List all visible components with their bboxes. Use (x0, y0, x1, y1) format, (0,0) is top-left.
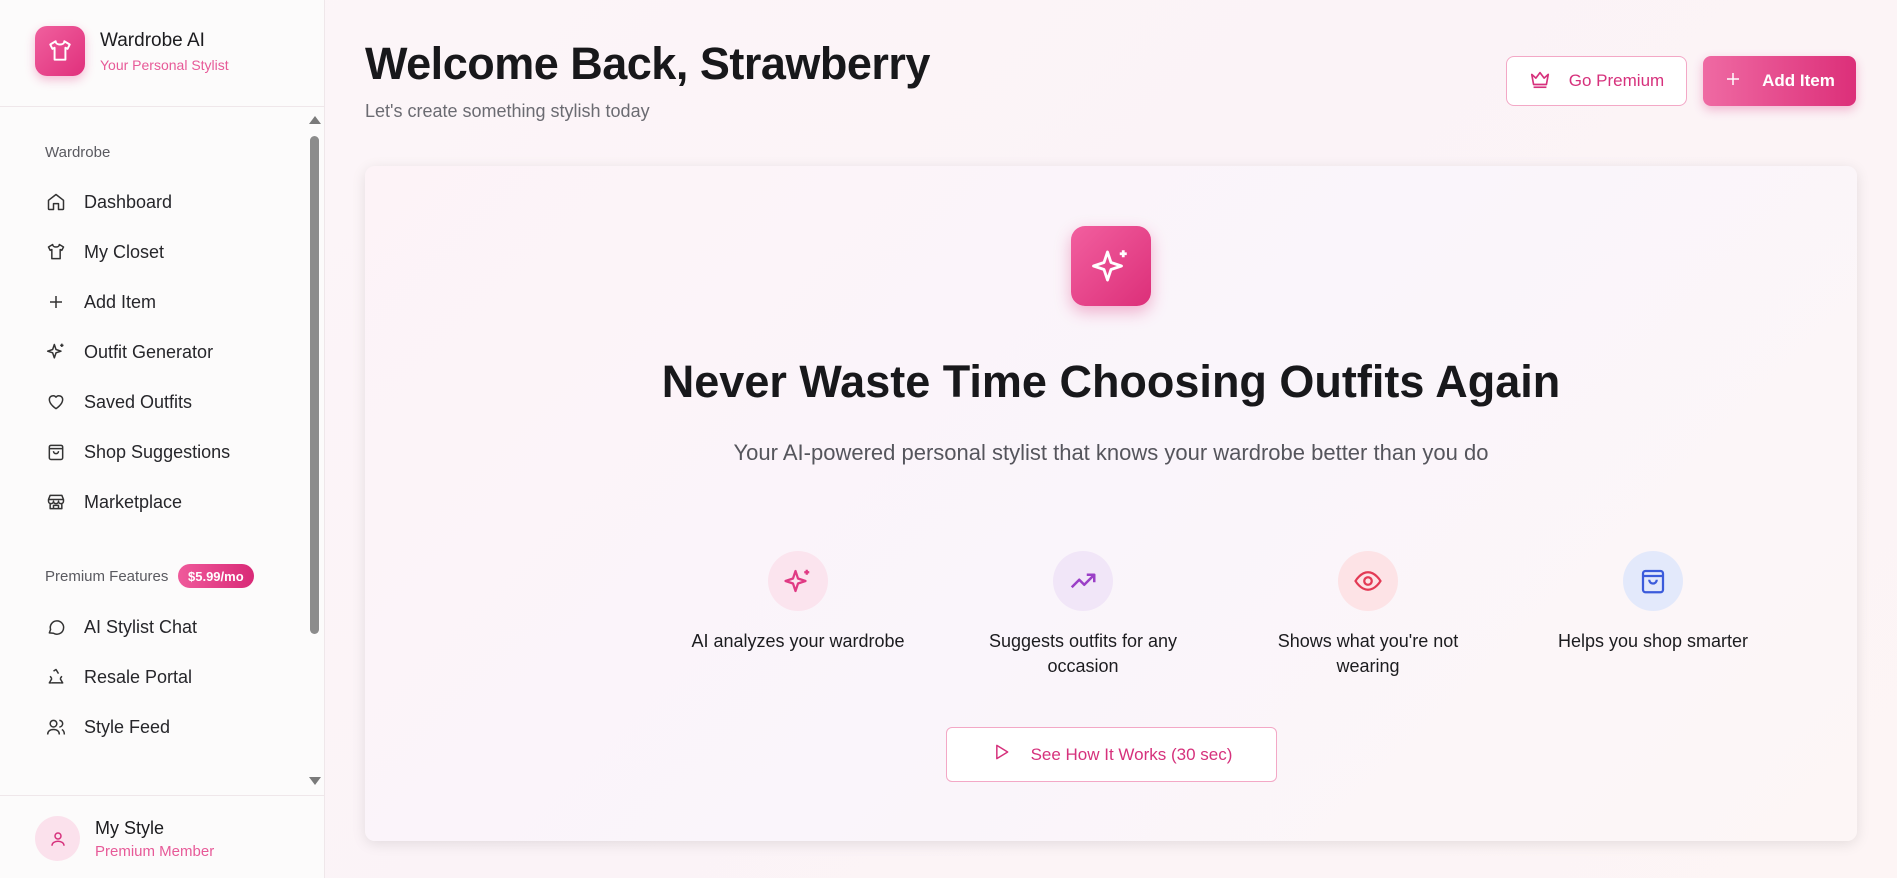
sidebar-item-saved-outfits[interactable]: Saved Outfits (45, 384, 295, 420)
see-how-it-works-label: See How It Works (30 sec) (1030, 744, 1233, 764)
sidebar-item-add-item[interactable]: Add Item (45, 284, 295, 320)
feature-shop-smarter: Helps you shop smarter (1538, 551, 1768, 654)
feature-analyze: AI analyzes your wardrobe (683, 551, 913, 654)
feature-not-wearing: Shows what you're not wearing (1253, 551, 1483, 679)
brand-header: Wardrobe AI Your Personal Stylist (0, 0, 324, 107)
sidebar-item-shop-suggestions[interactable]: Shop Suggestions (45, 434, 295, 470)
sparkles-icon (768, 551, 828, 611)
home-icon (45, 191, 67, 213)
chat-icon (45, 616, 67, 638)
page-subtitle: Let's create something stylish today (365, 101, 650, 121)
hero-subtitle: Your AI-powered personal stylist that kn… (733, 440, 1489, 465)
sparkles-icon (45, 341, 67, 363)
go-premium-label: Go Premium (1568, 71, 1665, 90)
sidebar-item-label: Outfit Generator (84, 341, 214, 362)
section-label-premium: Premium Features (45, 568, 169, 585)
feature-suggest: Suggests outfits for any occasion (968, 551, 1198, 679)
crown-icon (1529, 68, 1551, 95)
scroll-up-arrow-icon[interactable] (309, 116, 321, 124)
users-icon (45, 716, 67, 738)
scroll-down-arrow-icon[interactable] (309, 777, 321, 785)
sidebar-item-label: My Closet (84, 241, 165, 262)
feature-label: AI analyzes your wardrobe (691, 631, 905, 651)
shirt-icon (45, 241, 67, 263)
shopping-bag-icon (45, 441, 67, 463)
section-label-wardrobe: Wardrobe (45, 144, 111, 161)
plus-icon (45, 291, 67, 313)
brand-subtitle: Your Personal Stylist (100, 57, 229, 73)
sidebar-item-marketplace[interactable]: Marketplace (45, 484, 295, 520)
sidebar-item-my-closet[interactable]: My Closet (45, 234, 295, 270)
user-name: My Style (95, 818, 165, 838)
eye-icon (1338, 551, 1398, 611)
avatar (35, 816, 80, 861)
user-role: Premium Member (95, 843, 215, 860)
feature-label: Suggests outfits for any occasion (988, 631, 1178, 676)
add-item-label: Add Item (1762, 71, 1835, 90)
sidebar-item-label: AI Stylist Chat (84, 616, 198, 637)
store-icon (45, 491, 67, 513)
sidebar-item-label: Dashboard (84, 191, 173, 212)
user-profile[interactable]: My Style Premium Member (0, 795, 324, 878)
sidebar-item-label: Add Item (84, 291, 157, 312)
feature-label: Shows what you're not wearing (1277, 631, 1459, 676)
shirt-icon (35, 26, 85, 76)
sparkles-icon (1071, 226, 1151, 306)
sidebar-nav: Wardrobe Dashboard My Closet Add Item Ou… (0, 108, 310, 794)
sidebar-item-label: Shop Suggestions (84, 441, 231, 462)
sidebar-item-outfit-generator[interactable]: Outfit Generator (45, 334, 295, 370)
premium-price-badge: $5.99/mo (178, 564, 254, 588)
see-how-it-works-button[interactable]: See How It Works (30 sec) (946, 727, 1277, 782)
go-premium-button[interactable]: Go Premium (1506, 56, 1687, 106)
sidebar-item-resale-portal[interactable]: Resale Portal (45, 659, 295, 695)
sidebar-item-label: Style Feed (84, 716, 171, 737)
feature-label: Helps you shop smarter (1557, 631, 1749, 651)
plus-icon (1724, 70, 1742, 93)
sidebar-item-label: Marketplace (84, 491, 183, 512)
sidebar-item-style-feed[interactable]: Style Feed (45, 709, 295, 745)
heart-icon (45, 391, 67, 413)
sidebar-item-label: Saved Outfits (84, 391, 193, 412)
sidebar: Wardrobe AI Your Personal Stylist Wardro… (0, 0, 325, 878)
sidebar-item-dashboard[interactable]: Dashboard (45, 184, 295, 220)
brand-title: Wardrobe AI (100, 30, 205, 51)
hero-title: Never Waste Time Choosing Outfits Again (661, 356, 1561, 407)
recycle-icon (45, 666, 67, 688)
hero-card: Never Waste Time Choosing Outfits Again … (365, 166, 1857, 841)
sidebar-item-label: Resale Portal (84, 666, 193, 687)
scrollbar-thumb[interactable] (310, 136, 319, 634)
trending-up-icon (1053, 551, 1113, 611)
sidebar-item-ai-stylist-chat[interactable]: AI Stylist Chat (45, 609, 295, 645)
shopping-bag-icon (1623, 551, 1683, 611)
play-icon (991, 742, 1011, 767)
add-item-button[interactable]: Add Item (1703, 56, 1856, 106)
page-title: Welcome Back, Strawberry (365, 38, 930, 89)
